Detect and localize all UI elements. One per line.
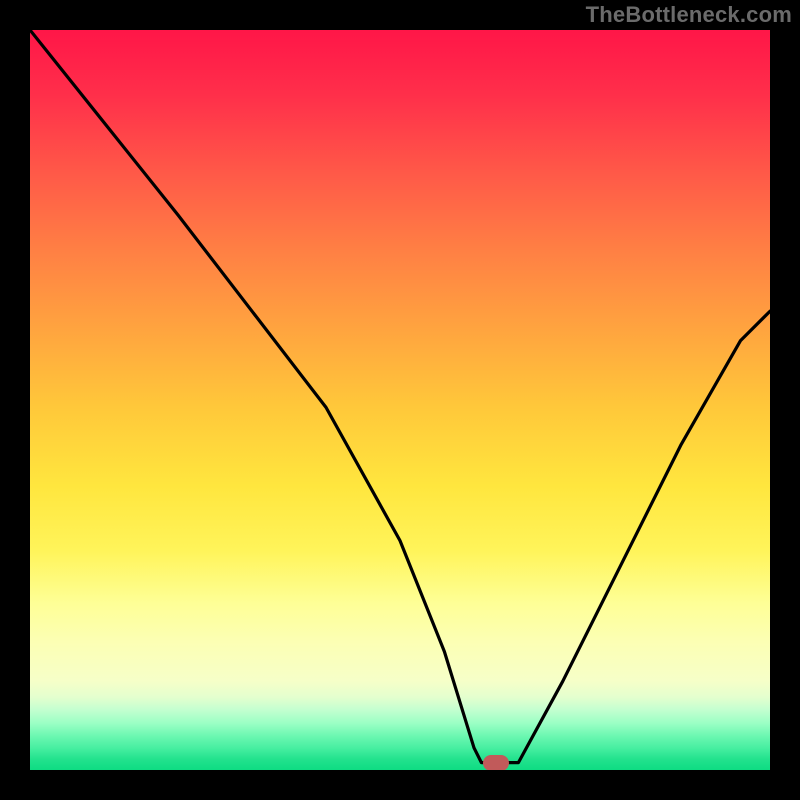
optimal-point-marker (483, 755, 509, 770)
chart-frame: TheBottleneck.com (0, 0, 800, 800)
plot-area (30, 30, 770, 770)
bottleneck-curve-path (30, 30, 770, 763)
bottleneck-curve-svg (30, 30, 770, 770)
watermark-text: TheBottleneck.com (586, 2, 792, 28)
